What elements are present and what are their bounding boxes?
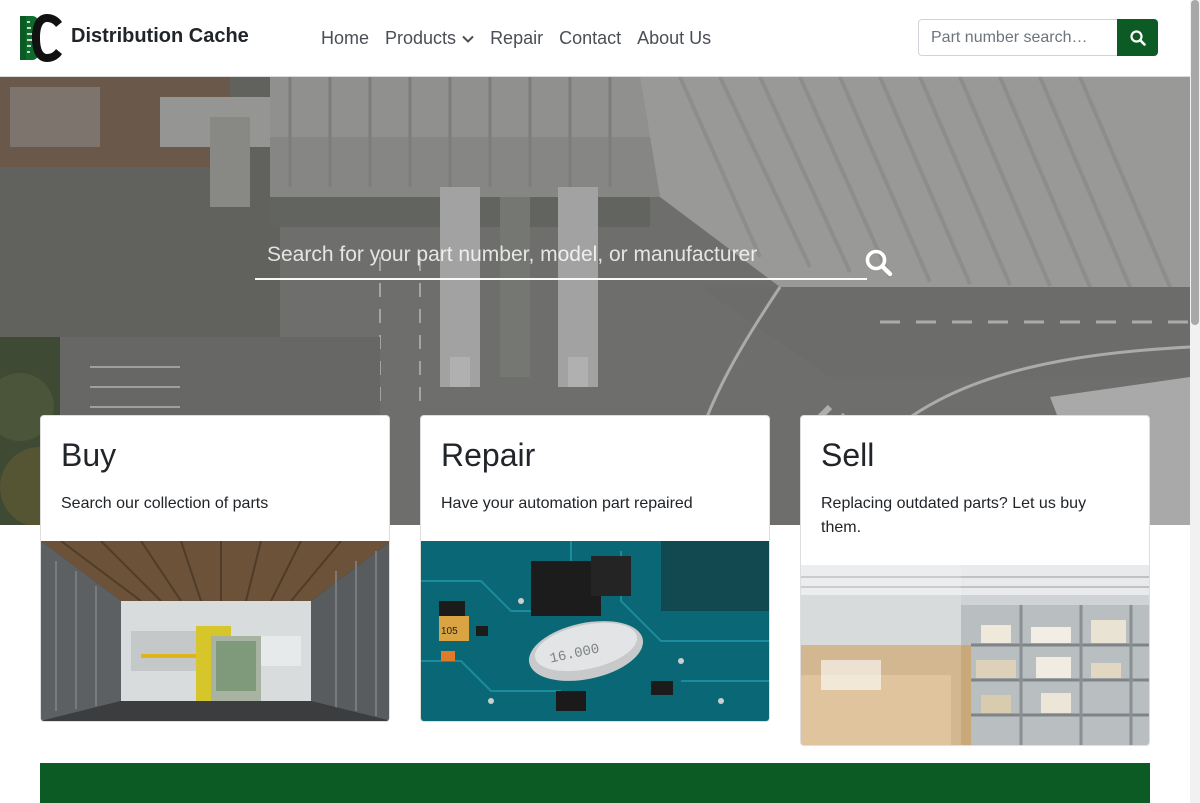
card-text: Replacing outdated parts? Let us buy the…	[821, 495, 1087, 536]
nav-about-us[interactable]: About Us	[629, 26, 719, 50]
card-title: Repair	[441, 437, 536, 473]
green-banner	[40, 763, 1150, 803]
circuit-board-image: 105 16.000	[421, 541, 769, 721]
brand-name: Distribution Cache	[71, 24, 249, 47]
svg-text:105: 105	[441, 626, 458, 637]
card-repair[interactable]: Repair Have your automation part repaire…	[420, 415, 770, 722]
dc-logo-icon	[20, 14, 62, 62]
card-title: Sell	[821, 437, 875, 473]
hero-search	[255, 233, 867, 280]
part-number-search-input[interactable]	[918, 19, 1117, 56]
hero-search-input[interactable]	[255, 233, 867, 277]
nav-home[interactable]: Home	[313, 26, 377, 50]
nav-contact[interactable]: Contact	[551, 26, 629, 50]
warehouse-shelves-image	[801, 565, 1149, 745]
page-scrollbar[interactable]	[1190, 0, 1200, 803]
card-title: Buy	[61, 437, 117, 473]
scrollbar-thumb[interactable]	[1191, 0, 1199, 325]
card-text: Search our collection of parts	[61, 495, 269, 512]
nav-search-button[interactable]	[1117, 19, 1158, 56]
card-sell[interactable]: Sell Replacing outdated parts? Let us bu…	[800, 415, 1150, 746]
navbar: Distribution Cache Home Products Repair …	[0, 0, 1190, 77]
search-icon	[1129, 29, 1146, 46]
truck-forklift-image	[41, 541, 389, 721]
main-nav: Home Products Repair Contact About Us	[313, 26, 719, 50]
nav-products[interactable]: Products	[377, 26, 482, 50]
card-buy[interactable]: Buy Search our collection of parts	[40, 415, 390, 722]
search-icon[interactable]	[864, 248, 894, 278]
nav-repair[interactable]: Repair	[482, 26, 551, 50]
brand[interactable]: Distribution Cache	[18, 13, 249, 63]
card-text: Have your automation part repaired	[441, 495, 693, 512]
nav-search	[918, 19, 1158, 56]
nav-products-label: Products	[385, 28, 457, 48]
chevron-down-icon	[462, 35, 474, 43]
